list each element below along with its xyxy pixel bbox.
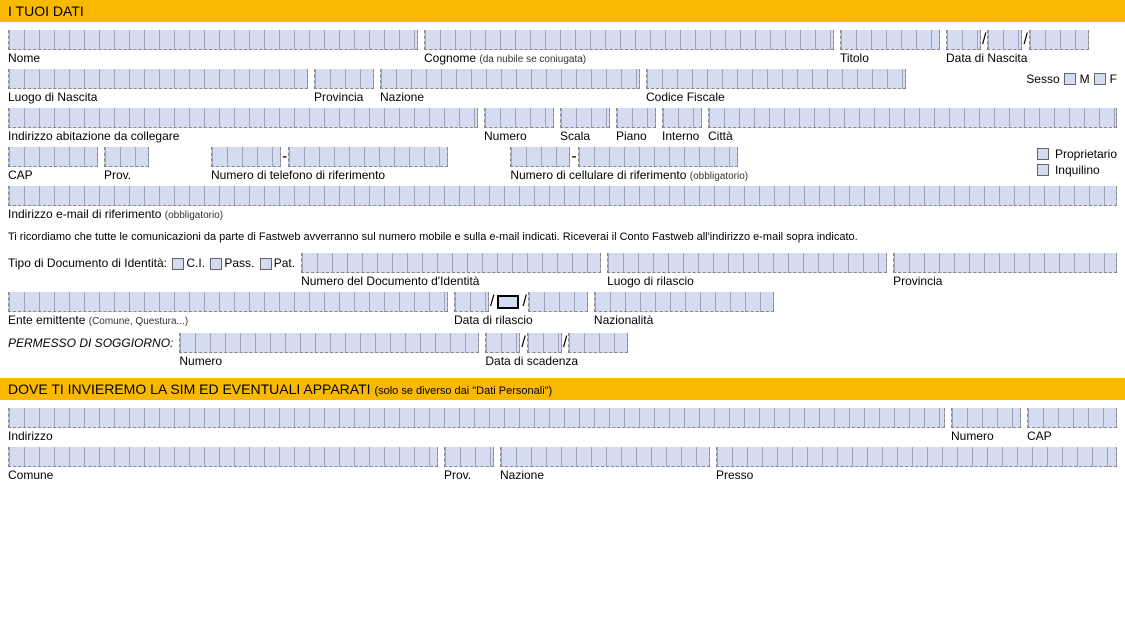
field-indirizzo-abitazione: Indirizzo abitazione da collegare — [8, 108, 478, 143]
section-header-dati: I TUOI DATI — [0, 0, 1125, 22]
input-permesso-numero[interactable] — [179, 333, 479, 353]
field-cap2: CAP — [1027, 408, 1117, 443]
input-cap[interactable] — [8, 147, 98, 167]
field-data-nascita: / / Data di Nascita — [946, 30, 1089, 65]
checkbox-pass[interactable] — [210, 258, 222, 270]
field-email: Indirizzo e-mail di riferimento (obbliga… — [8, 186, 1117, 221]
field-cap: CAP — [8, 147, 98, 182]
field-titolo: Titolo — [840, 30, 940, 65]
field-nazione2: Nazione — [500, 447, 710, 482]
input-provincia-doc[interactable] — [893, 253, 1117, 273]
field-luogo-rilascio: Luogo di rilascio — [607, 253, 887, 288]
field-presso: Presso — [716, 447, 1117, 482]
field-telefono: - Numero di telefono di riferimento — [211, 147, 448, 182]
field-num-doc: Numero del Documento d'Identità — [301, 253, 601, 288]
field-comune: Comune — [8, 447, 438, 482]
block-proprietario-inquilino: Proprietario Inquilino — [1035, 147, 1117, 177]
note-comunicazioni: Ti ricordiamo che tutte le comunicazioni… — [0, 225, 1125, 253]
input-cell-num[interactable] — [578, 147, 738, 167]
input-nazionalita[interactable] — [594, 292, 774, 312]
input-indirizzo-abitazione[interactable] — [8, 108, 478, 128]
field-sesso: Sesso M F — [1026, 69, 1117, 89]
section2-title: DOVE TI INVIEREMO LA SIM ED EVENTUALI AP… — [8, 381, 371, 397]
input-scala[interactable] — [560, 108, 610, 128]
input-email[interactable] — [8, 186, 1117, 206]
input-prov2[interactable] — [444, 447, 494, 467]
field-indirizzo2: Indirizzo — [8, 408, 945, 443]
field-provincia-doc: Provincia — [893, 253, 1117, 288]
field-piano: Piano — [616, 108, 656, 143]
input-titolo[interactable] — [840, 30, 940, 50]
section2-subtitle: (solo se diverso dai "Dati Personali") — [374, 385, 552, 397]
field-prov: Prov. — [104, 147, 149, 182]
input-cognome[interactable] — [424, 30, 834, 50]
input-nascita-mm[interactable] — [987, 30, 1022, 50]
input-ente[interactable] — [8, 292, 448, 312]
input-tel-num[interactable] — [288, 147, 448, 167]
input-scadenza-mm[interactable] — [527, 333, 562, 353]
input-provincia[interactable] — [314, 69, 374, 89]
input-tel-prefix[interactable] — [211, 147, 281, 167]
field-nome: Nome — [8, 30, 418, 65]
field-data-rilascio: / / Data di rilascio — [454, 292, 588, 327]
input-nazione2[interactable] — [500, 447, 710, 467]
input-prov[interactable] — [104, 147, 149, 167]
input-cell-prefix[interactable] — [510, 147, 570, 167]
input-citta[interactable] — [708, 108, 1117, 128]
input-cap2[interactable] — [1027, 408, 1117, 428]
checkbox-sesso-m[interactable] — [1064, 73, 1076, 85]
section-header-sim: DOVE TI INVIEREMO LA SIM ED EVENTUALI AP… — [0, 378, 1125, 400]
field-provincia: Provincia — [314, 69, 374, 104]
field-cognome: Cognome (da nubile se coniugata) — [424, 30, 834, 65]
input-luogo-nascita[interactable] — [8, 69, 308, 89]
field-scala: Scala — [560, 108, 610, 143]
field-codice-fiscale: Codice Fiscale — [646, 69, 906, 104]
field-nazionalita: Nazionalità — [594, 292, 774, 327]
checkbox-proprietario[interactable] — [1037, 148, 1049, 160]
field-nazione: Nazione — [380, 69, 640, 104]
input-piano[interactable] — [616, 108, 656, 128]
input-indirizzo2[interactable] — [8, 408, 945, 428]
input-num-doc[interactable] — [301, 253, 601, 273]
input-rilascio-aaaa[interactable] — [528, 292, 588, 312]
input-scadenza-aaaa[interactable] — [568, 333, 628, 353]
section-title: I TUOI DATI — [8, 3, 84, 19]
field-citta: Città — [708, 108, 1117, 143]
field-numero: Numero — [484, 108, 554, 143]
input-luogo-rilascio[interactable] — [607, 253, 887, 273]
field-prov2: Prov. — [444, 447, 494, 482]
field-scadenza: / / Data di scadenza — [485, 333, 628, 368]
input-nome[interactable] — [8, 30, 418, 50]
input-codice-fiscale[interactable] — [646, 69, 906, 89]
input-numero2[interactable] — [951, 408, 1021, 428]
label-tipo-doc: Tipo di Documento di Identità: C.I. Pass… — [8, 253, 295, 273]
input-scadenza-gg[interactable] — [485, 333, 520, 353]
input-nascita-gg[interactable] — [946, 30, 981, 50]
input-presso[interactable] — [716, 447, 1117, 467]
field-luogo-nascita: Luogo di Nascita — [8, 69, 308, 104]
input-rilascio-gg[interactable] — [454, 292, 489, 312]
checkbox-ci[interactable] — [172, 258, 184, 270]
checkbox-inquilino[interactable] — [1037, 164, 1049, 176]
input-rilascio-mm-highlight[interactable] — [497, 295, 519, 309]
input-comune[interactable] — [8, 447, 438, 467]
input-nazione[interactable] — [380, 69, 640, 89]
input-interno[interactable] — [662, 108, 702, 128]
checkbox-pat[interactable] — [260, 258, 272, 270]
label-permesso: PERMESSO DI SOGGIORNO: — [8, 333, 173, 353]
field-permesso-numero: Numero — [179, 333, 479, 368]
field-ente: Ente emittente (Comune, Questura...) — [8, 292, 448, 327]
checkbox-sesso-f[interactable] — [1094, 73, 1106, 85]
field-numero2: Numero — [951, 408, 1021, 443]
input-nascita-aaaa[interactable] — [1029, 30, 1089, 50]
input-numero[interactable] — [484, 108, 554, 128]
field-interno: Interno — [662, 108, 702, 143]
field-cellulare: - Numero di cellulare di riferimento (ob… — [510, 147, 748, 182]
